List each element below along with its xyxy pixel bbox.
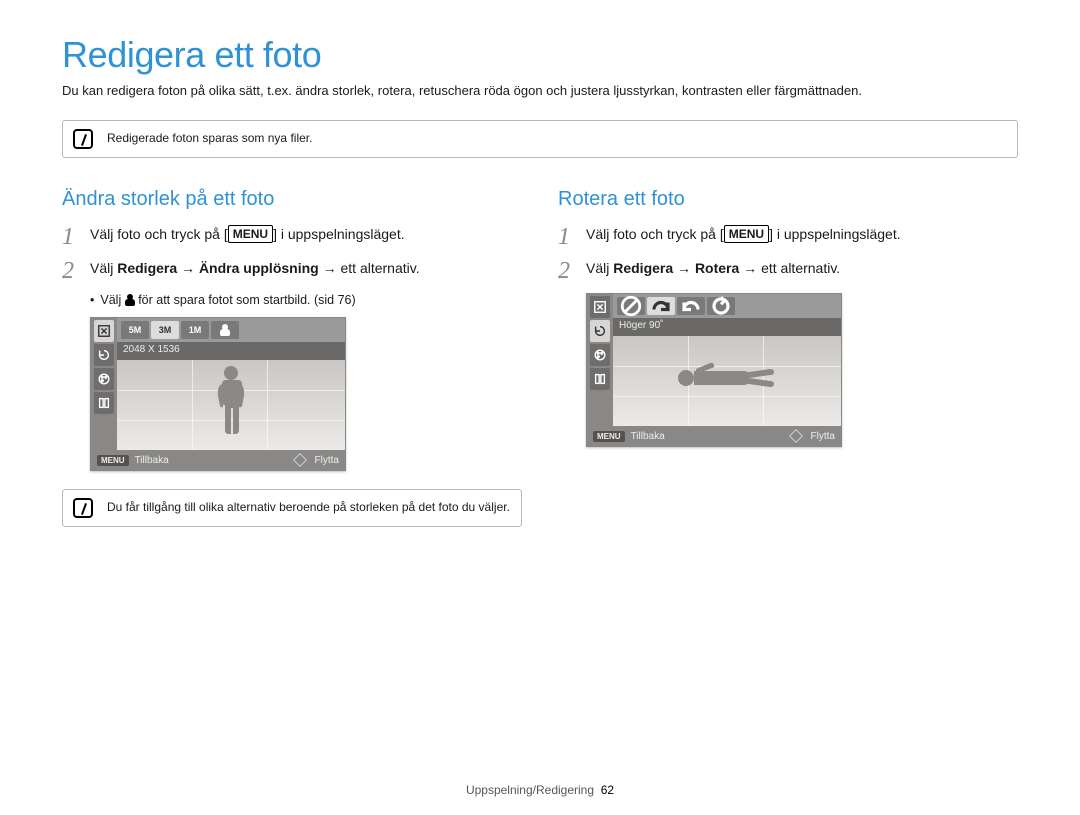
edit-sidebar xyxy=(587,294,613,426)
option-caption: 2048 X 1536 xyxy=(117,342,345,360)
move-label: Flytta xyxy=(811,431,835,442)
screenshot-footer: MENU Tillbaka Flytta xyxy=(587,426,841,446)
footer-section: Uppspelning/Redigering xyxy=(466,783,594,797)
back-label: Tillbaka xyxy=(135,455,169,466)
step-text-bold: Redigera xyxy=(613,260,673,276)
col-resize: Ändra storlek på ett foto 1 Välj foto oc… xyxy=(62,188,522,557)
bullet-text: för att spara fotot som startbild. (sid … xyxy=(135,293,356,307)
opt-180 xyxy=(707,297,735,315)
resize-step-2: 2 Välj Redigera → Ändra upplösning → ett… xyxy=(62,259,522,283)
opt-off xyxy=(617,297,645,315)
note-top-text: Redigerade foton sparas som nya filer. xyxy=(107,129,312,145)
opt-right90 xyxy=(647,297,675,315)
menu-key-icon: MENU xyxy=(97,455,129,466)
resize-bullet: Välj för att spara fotot som startbild. … xyxy=(90,293,522,307)
note-bottom: Du får tillgång till olika alternativ be… xyxy=(62,489,522,527)
sidebar-icon-rotate xyxy=(590,320,610,342)
opt-1m: 1M xyxy=(181,321,209,339)
pencil-note-icon xyxy=(73,498,93,518)
screenshot-footer: MENU Tillbaka Flytta xyxy=(91,450,345,470)
sidebar-icon-adjust xyxy=(94,392,114,414)
step-text: Välj xyxy=(90,260,117,276)
pencil-note-icon xyxy=(73,129,93,149)
sidebar-icon-rotate xyxy=(94,344,114,366)
edit-sidebar xyxy=(91,318,117,450)
step-text: Välj xyxy=(586,260,613,276)
col-rotate: Rotera ett foto 1 Välj foto och tryck på… xyxy=(558,188,1018,557)
dpad-icon xyxy=(788,429,802,443)
menu-chip: MENU xyxy=(724,225,769,243)
step-text: → ett alternativ. xyxy=(739,260,840,276)
preview-area xyxy=(613,336,841,426)
step-text: ] i uppspelningsläget. xyxy=(273,226,405,242)
dpad-icon xyxy=(292,453,306,467)
sidebar-icon-palette xyxy=(94,368,114,390)
heading-resize: Ändra storlek på ett foto xyxy=(62,188,522,211)
step-text: ] i uppspelningsläget. xyxy=(769,226,901,242)
step-number: 2 xyxy=(558,259,578,283)
back-label: Tillbaka xyxy=(631,431,665,442)
screenshot-resize: 5M 3M 1M 2048 X 1536 xyxy=(90,317,346,471)
sidebar-icon-adjust xyxy=(590,368,610,390)
step-text-bold: Redigera xyxy=(117,260,177,276)
silhouette-lying-icon xyxy=(672,359,782,397)
option-bar: 5M 3M 1M xyxy=(117,318,345,342)
footer-page-number: 62 xyxy=(601,783,614,797)
step-text-bold: Ändra upplösning xyxy=(199,260,319,276)
opt-3m: 3M xyxy=(151,321,179,339)
sidebar-icon-resize xyxy=(94,320,114,342)
silhouette-standing-icon xyxy=(210,364,252,450)
opt-startimg xyxy=(211,321,239,339)
resize-step-1: 1 Välj foto och tryck på [MENU] i uppspe… xyxy=(62,225,522,249)
rotate-step-1: 1 Välj foto och tryck på [MENU] i uppspe… xyxy=(558,225,1018,249)
page-footer: Uppspelning/Redigering 62 xyxy=(0,783,1080,797)
step-number: 2 xyxy=(62,259,82,283)
menu-chip: MENU xyxy=(228,225,273,243)
opt-5m: 5M xyxy=(121,321,149,339)
page-title: Redigera ett foto xyxy=(62,34,1018,76)
step-number: 1 xyxy=(62,225,82,249)
step-number: 1 xyxy=(558,225,578,249)
rotate-step-2: 2 Välj Redigera → Rotera → ett alternati… xyxy=(558,259,1018,283)
menu-key-icon: MENU xyxy=(593,431,625,442)
intro-text: Du kan redigera foton på olika sätt, t.e… xyxy=(62,82,1018,100)
sidebar-icon-palette xyxy=(590,344,610,366)
option-caption: Höger 90˚ xyxy=(613,318,841,336)
preview-area xyxy=(117,360,345,450)
screenshot-rotate: Höger 90˚ xyxy=(586,293,842,447)
arrow-text: → xyxy=(177,260,199,276)
note-top: Redigerade foton sparas som nya filer. xyxy=(62,120,1018,158)
heading-rotate: Rotera ett foto xyxy=(558,188,1018,211)
step-text: Välj foto och tryck på [ xyxy=(586,226,724,242)
move-label: Flytta xyxy=(315,455,339,466)
bullet-text: Välj xyxy=(100,293,124,307)
step-text: Välj foto och tryck på [ xyxy=(90,226,228,242)
arrow-text: → xyxy=(673,260,695,276)
startup-image-icon xyxy=(125,294,135,306)
sidebar-icon-resize xyxy=(590,296,610,318)
option-bar xyxy=(613,294,841,318)
step-text-bold: Rotera xyxy=(695,260,739,276)
opt-left90 xyxy=(677,297,705,315)
step-text: → ett alternativ. xyxy=(319,260,420,276)
note-bottom-text: Du får tillgång till olika alternativ be… xyxy=(107,498,510,514)
